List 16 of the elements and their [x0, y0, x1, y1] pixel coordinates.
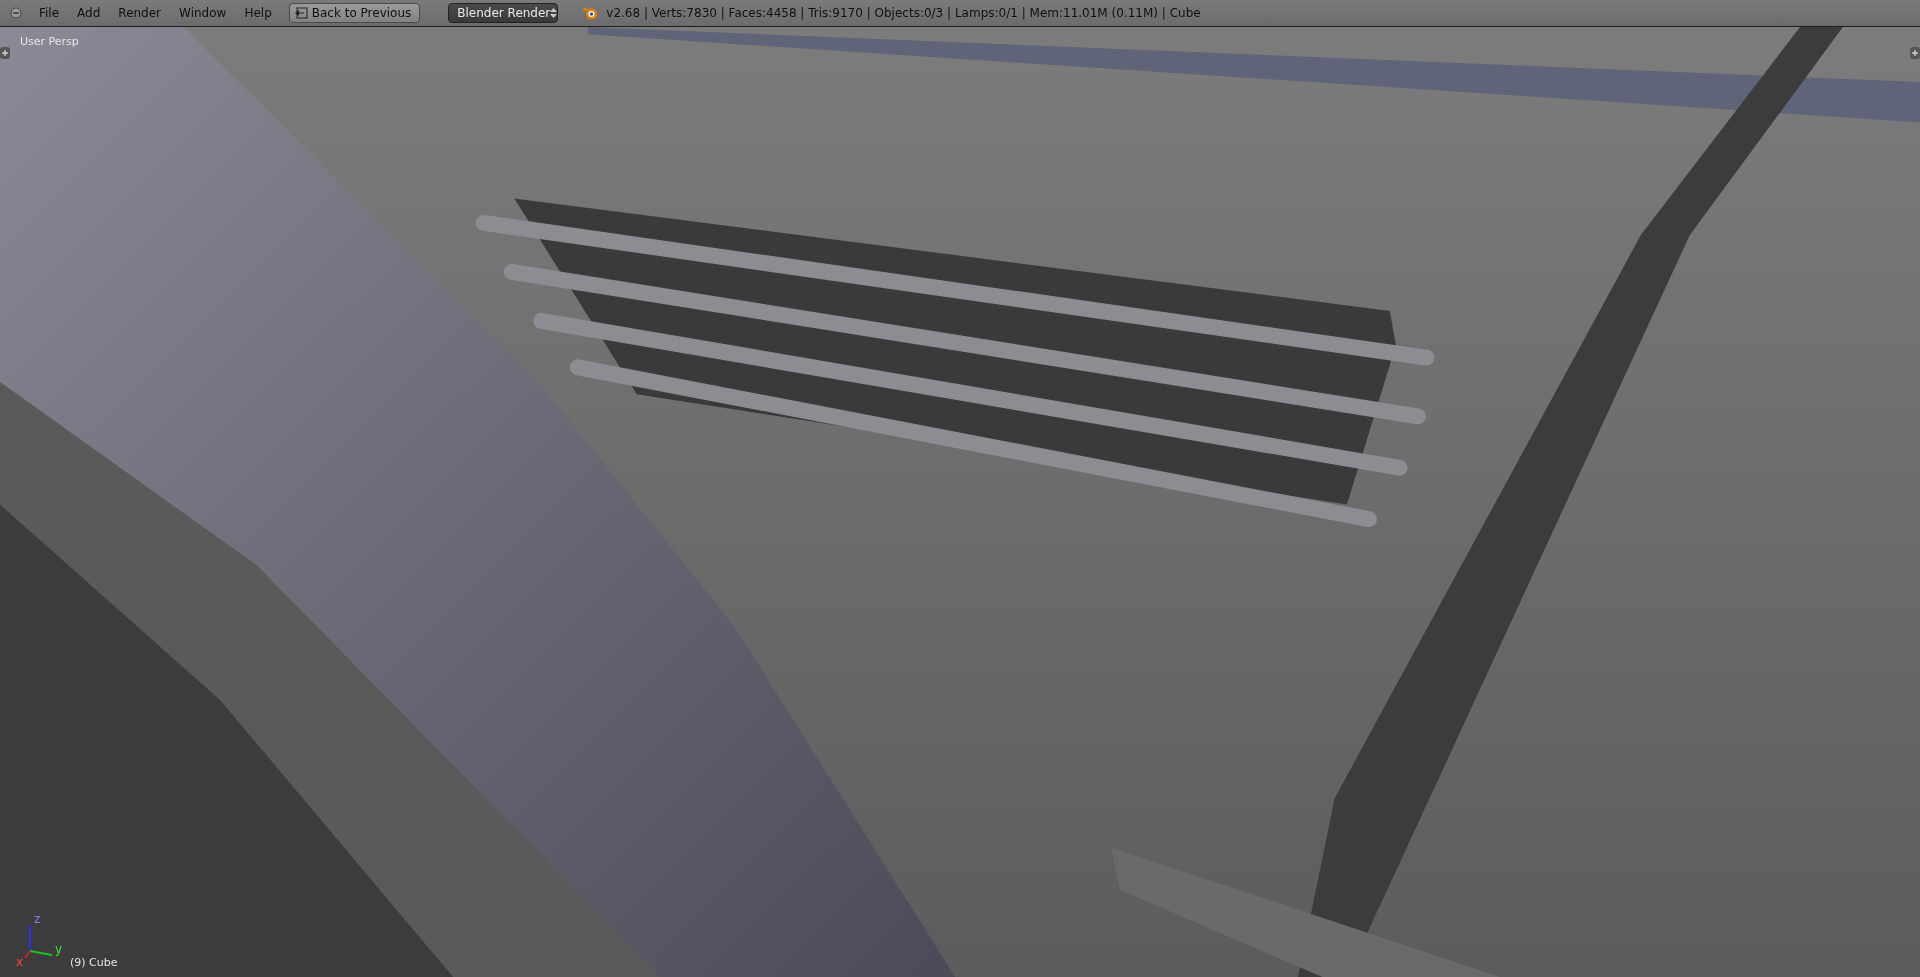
menu-item[interactable]: Window [170, 6, 236, 20]
menu-item[interactable]: Help [235, 6, 281, 20]
axis-gizmo-drawing: x y z [16, 911, 66, 967]
logo-icon [582, 6, 599, 20]
menu-item[interactable]: Add [68, 6, 110, 20]
view-label: User Persp [20, 35, 79, 48]
back-to-previous-button[interactable]: Back to Previous [288, 3, 421, 23]
scene-statistics: v2.68 | Verts:7830 | Faces:4458 | Tris:9170 | Objects:0/3 | Lamps:0/1 | Mem:11.01M (0.11M) | Cube [606, 6, 1201, 20]
object-label: (9) Cube [70, 956, 118, 969]
up-down-arrows-icon [550, 7, 558, 19]
expand-icon[interactable] [1910, 47, 1920, 59]
expand-icon[interactable] [0, 47, 10, 59]
render-engine-dropdown[interactable]: Blender Render [448, 3, 559, 23]
menu-item[interactable]: Render [109, 6, 171, 20]
editor-type-icon[interactable] [10, 7, 22, 19]
menu-item[interactable]: File [30, 6, 69, 20]
